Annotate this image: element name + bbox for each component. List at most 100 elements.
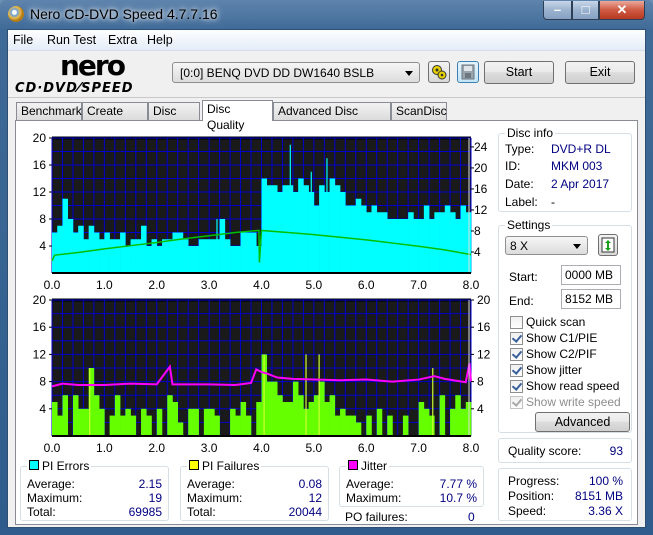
advanced-button[interactable]: Advanced bbox=[535, 412, 630, 432]
toolbar: nero CD·DVD⁄SPEED [0:0] BENQ DVD DD DW16… bbox=[8, 51, 645, 98]
menu-bar: File Run Test Extra Help bbox=[8, 30, 645, 51]
po-failures-value: 0 bbox=[468, 510, 475, 524]
data-bar bbox=[277, 395, 283, 436]
data-bar bbox=[99, 239, 105, 273]
data-bar bbox=[125, 408, 131, 436]
pi-failures-swatch bbox=[189, 460, 199, 470]
data-bar bbox=[303, 185, 309, 273]
data-bar bbox=[109, 415, 116, 436]
pi-failures-average: 0.08 bbox=[298, 477, 322, 491]
exit-button[interactable]: Exit bbox=[565, 61, 635, 84]
drive-select[interactable]: [0:0] BENQ DVD DD DW1640 BSLB bbox=[172, 62, 420, 83]
x-tick-label: 5.0 bbox=[306, 278, 323, 292]
data-bar bbox=[114, 239, 121, 273]
data-bar bbox=[209, 408, 215, 436]
disc-quality-panel: 4 8 12 16 20 4 8 12 16 20 24 0.0 1.0 2.0 3.0 4.0 5.0 6.0 7… bbox=[15, 120, 638, 525]
data-bar bbox=[114, 395, 121, 436]
data-bar bbox=[408, 212, 414, 273]
disc-id-label: ID: bbox=[505, 159, 521, 173]
minimize-icon: – bbox=[553, 2, 562, 17]
quick-scan-checkbox[interactable] bbox=[510, 316, 523, 329]
x-tick-label: 2.0 bbox=[148, 441, 165, 455]
data-bar bbox=[52, 402, 58, 436]
show-c1-pie-label: Show C1/PIE bbox=[526, 331, 598, 345]
y-tick-label: 12 bbox=[33, 185, 47, 199]
chevron-down-icon bbox=[405, 71, 413, 76]
data-bar bbox=[298, 178, 304, 273]
tab-advanced-disc-quality[interactable]: Advanced Disc Quality bbox=[273, 102, 391, 134]
tab-disc-quality[interactable]: Disc Quality bbox=[202, 100, 273, 132]
show-jitter-checkbox[interactable] bbox=[510, 364, 523, 377]
start-field[interactable]: 0000 MB bbox=[561, 265, 621, 285]
minimize-button[interactable]: – bbox=[543, 1, 572, 20]
data-bar bbox=[313, 205, 320, 273]
jitter-average-label: Average: bbox=[346, 477, 394, 491]
data-bar bbox=[418, 402, 425, 436]
data-bar bbox=[172, 402, 178, 436]
y-tick-label: 4 bbox=[39, 402, 46, 416]
show-c2-pif-checkbox[interactable] bbox=[510, 348, 523, 361]
data-bar bbox=[130, 239, 137, 273]
y2-tick-label: 12 bbox=[477, 347, 491, 361]
maximize-button[interactable]: □ bbox=[572, 1, 599, 20]
start-button[interactable]: Start bbox=[484, 61, 554, 84]
data-bar bbox=[282, 402, 288, 436]
show-read-speed-checkbox[interactable] bbox=[510, 380, 523, 393]
data-bar bbox=[455, 395, 461, 436]
menu-run-test[interactable]: Run Test bbox=[47, 33, 96, 47]
data-bar bbox=[156, 408, 163, 436]
pi-failures-total-label: Total: bbox=[187, 505, 216, 519]
data-bar bbox=[392, 219, 398, 273]
data-bar bbox=[203, 408, 210, 436]
tab-create-disc[interactable]: Create Disc bbox=[82, 102, 148, 134]
data-bar bbox=[376, 212, 383, 273]
x-tick-label: 1.0 bbox=[96, 278, 113, 292]
refresh-icon bbox=[601, 237, 615, 253]
data-bar bbox=[52, 232, 58, 273]
preferences-button[interactable] bbox=[428, 61, 450, 83]
disc-type-label: Type: bbox=[505, 142, 535, 156]
refresh-speed-button[interactable] bbox=[598, 234, 618, 256]
menu-extra[interactable]: Extra bbox=[108, 33, 137, 47]
disc-date-label: Date: bbox=[505, 177, 534, 191]
pi-failures-average-label: Average: bbox=[187, 477, 235, 491]
tab-disc-info[interactable]: Disc Info bbox=[148, 102, 200, 134]
show-c1-pie-checkbox[interactable] bbox=[510, 332, 523, 345]
tab-scandisc[interactable]: ScanDisc bbox=[391, 102, 447, 120]
y2-tick-label: 12 bbox=[474, 203, 488, 217]
show-jitter-label: Show jitter bbox=[526, 363, 583, 377]
x-tick-label: 5.0 bbox=[306, 441, 323, 455]
save-button[interactable] bbox=[457, 61, 479, 83]
data-bar bbox=[188, 246, 194, 273]
tab-benchmark[interactable]: Benchmark bbox=[16, 102, 82, 120]
y2-tick-label: 8 bbox=[477, 375, 484, 389]
x-tick-label: 0.0 bbox=[44, 441, 61, 455]
disc-label-label: Label: bbox=[505, 195, 538, 209]
data-bar bbox=[219, 219, 226, 273]
x-tick-label: 1.0 bbox=[96, 441, 113, 455]
close-button[interactable]: ✕ bbox=[599, 1, 645, 20]
data-bar bbox=[240, 232, 247, 273]
title-bar: Nero CD-DVD Speed 4.7.7.16 – □ ✕ bbox=[0, 0, 653, 28]
data-bar bbox=[141, 408, 147, 436]
y2-tick-label: 20 bbox=[474, 161, 488, 175]
data-bar bbox=[57, 415, 63, 436]
end-field[interactable]: 8152 MB bbox=[561, 289, 621, 309]
quality-score-value: 93 bbox=[609, 444, 623, 458]
data-bar bbox=[271, 381, 278, 436]
settings-group: Settings 8 X Start: 0000 MB End: 8152 MB bbox=[498, 218, 632, 433]
jitter-average: 7.77 % bbox=[439, 477, 477, 491]
drive-select-value: [0:0] BENQ DVD DD DW1640 BSLB bbox=[180, 66, 375, 80]
menu-help[interactable]: Help bbox=[147, 33, 173, 47]
menu-file[interactable]: File bbox=[13, 33, 33, 47]
data-bar bbox=[340, 408, 346, 436]
quick-scan-label: Quick scan bbox=[526, 315, 586, 329]
data-bar bbox=[355, 422, 362, 436]
disc-id: MKM 003 bbox=[551, 159, 603, 173]
y-tick-label: 20 bbox=[33, 131, 47, 145]
x-tick-label: 7.0 bbox=[410, 278, 427, 292]
x-tick-label: 4.0 bbox=[253, 278, 270, 292]
data-bar bbox=[93, 232, 100, 273]
data-bar bbox=[193, 246, 199, 273]
speed-select[interactable]: 8 X bbox=[505, 236, 588, 255]
